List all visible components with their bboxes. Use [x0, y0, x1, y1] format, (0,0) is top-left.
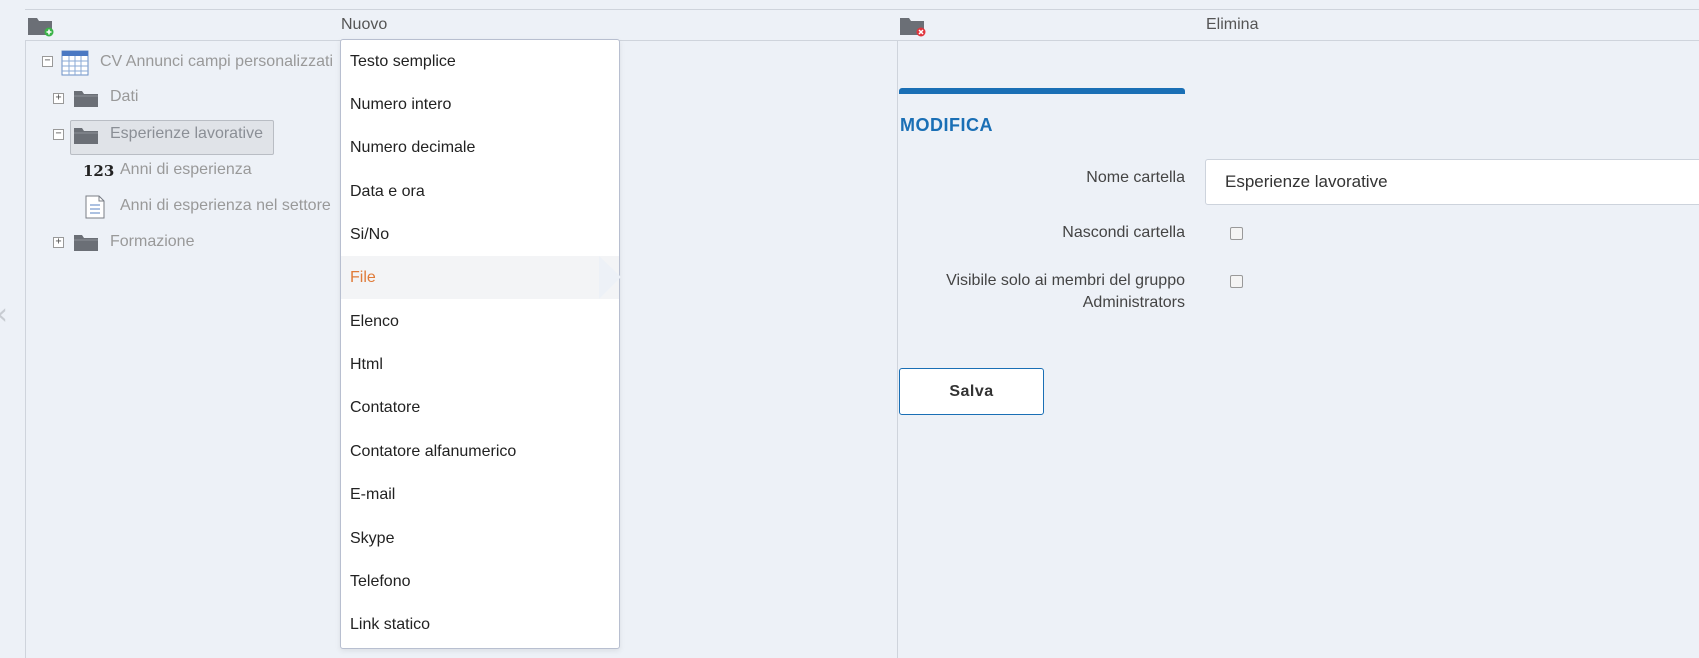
menu-item[interactable]: Contatore alfanumerico	[341, 430, 619, 473]
table-icon	[61, 50, 89, 76]
delete-button[interactable]: Elimina	[895, 10, 1699, 41]
collapse-esperienze-icon[interactable]: −	[53, 129, 64, 140]
number-field-icon: 123	[83, 162, 115, 180]
folder-icon	[74, 91, 98, 107]
folder-name-label: Nome cartella	[1086, 169, 1185, 186]
visible-only-label-line2: Administrators	[1082, 294, 1185, 311]
edit-tab-indicator	[899, 88, 1185, 94]
menu-item[interactable]: Html	[341, 343, 619, 386]
folder-icon	[74, 235, 98, 251]
menu-item[interactable]: Elenco	[341, 300, 619, 343]
expand-formazione-icon[interactable]: +	[53, 237, 64, 248]
collapse-root-icon[interactable]: −	[42, 56, 53, 67]
menu-item[interactable]: Numero decimale	[341, 126, 619, 169]
menu-item[interactable]: Telefono	[341, 560, 619, 603]
menu-item[interactable]: Skype	[341, 517, 619, 560]
new-folder-icon	[28, 18, 54, 37]
panel-divider	[897, 41, 898, 658]
menu-item-active[interactable]: File	[341, 256, 621, 299]
new-field-type-menu: Testo semplice Numero intero Numero deci…	[340, 39, 621, 649]
menu-item[interactable]: Link statico	[341, 603, 619, 646]
main-frame	[25, 9, 1699, 658]
form-title: MODIFICA	[900, 115, 993, 135]
tree-item-esperienze-lavorative[interactable]: Esperienze lavorative	[110, 125, 263, 143]
menu-item[interactable]: Contatore	[341, 386, 619, 429]
new-button[interactable]: Nuovo	[25, 10, 895, 41]
collapse-panel-icon[interactable]: ‹	[0, 300, 8, 330]
tree-item-anni-settore[interactable]: Anni di esperienza nel settore	[120, 197, 331, 215]
tree-root-label[interactable]: CV Annunci campi personalizzati	[100, 53, 333, 71]
visible-only-label-line1: Visibile solo ai membri del gruppo	[946, 272, 1185, 289]
hide-folder-label: Nascondi cartella	[1062, 224, 1185, 241]
menu-item[interactable]: Si/No	[341, 213, 619, 256]
visible-only-checkbox[interactable]	[1230, 275, 1243, 288]
document-field-icon	[85, 195, 105, 219]
folder-name-input[interactable]: Esperienze lavorative	[1205, 159, 1699, 205]
new-button-label: Nuovo	[341, 16, 388, 33]
tree-item-dati[interactable]: Dati	[110, 88, 138, 106]
save-button[interactable]: Salva	[899, 368, 1044, 415]
menu-item[interactable]: Testo semplice	[341, 40, 619, 83]
expand-dati-icon[interactable]: +	[53, 93, 64, 104]
folder-open-icon	[74, 128, 98, 144]
tree-item-formazione[interactable]: Formazione	[110, 233, 194, 251]
tree-item-anni-di-esperienza[interactable]: Anni di esperienza	[120, 161, 252, 179]
delete-folder-icon	[900, 18, 926, 37]
delete-button-label: Elimina	[1206, 16, 1259, 33]
hide-folder-checkbox[interactable]	[1230, 227, 1243, 240]
toolbar: Nuovo Elimina	[25, 9, 1699, 41]
menu-item[interactable]: Data e ora	[341, 170, 619, 213]
menu-item[interactable]: E-mail	[341, 473, 619, 516]
menu-item[interactable]: Numero intero	[341, 83, 619, 126]
